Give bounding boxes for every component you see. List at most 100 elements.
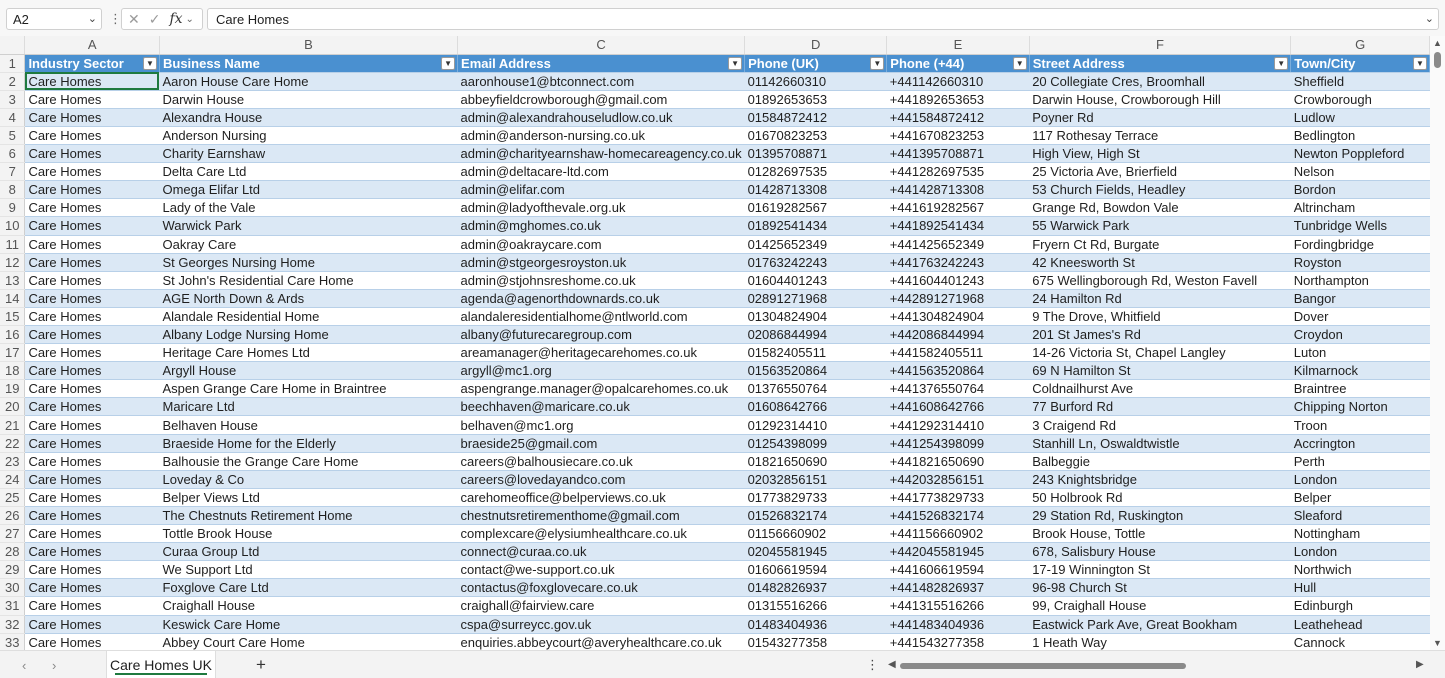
header-cell[interactable]: Email Address ▼ xyxy=(457,54,746,73)
grid-cell[interactable]: Warwick Park xyxy=(159,216,458,236)
grid-cell[interactable]: Belhaven House xyxy=(159,415,458,435)
filter-dropdown-icon[interactable]: ▼ xyxy=(1413,56,1427,70)
grid-cell[interactable]: Care Homes xyxy=(24,180,160,200)
grid-cell[interactable]: 01483404936 xyxy=(744,615,887,634)
grid-cell[interactable]: 01292314410 xyxy=(744,415,887,435)
grid-cell[interactable]: Care Homes xyxy=(24,542,160,562)
grid-cell[interactable]: 243 Knightsbridge xyxy=(1029,470,1291,489)
scroll-left-icon[interactable]: ◀ xyxy=(888,659,896,670)
grid-cell[interactable]: argyll@mc1.org xyxy=(457,361,745,381)
grid-cell[interactable]: Leathehead xyxy=(1290,615,1430,634)
grid-cell[interactable]: +441483404936 xyxy=(886,615,1030,634)
grid-cell[interactable]: St Georges Nursing Home xyxy=(159,253,458,272)
column-header-c[interactable]: C xyxy=(457,36,746,55)
grid-cell[interactable]: Eastwick Park Ave, Great Bookham xyxy=(1029,615,1291,634)
grid-cell[interactable]: Care Homes xyxy=(24,633,160,650)
grid-cell[interactable]: careers@lovedayandco.com xyxy=(457,470,745,489)
grid-cell[interactable]: Care Homes xyxy=(24,524,160,544)
grid-cell[interactable]: +441604401243 xyxy=(886,271,1030,290)
header-cell[interactable]: Town/City ▼ xyxy=(1290,54,1430,73)
grid-cell[interactable]: Care Homes xyxy=(24,271,160,290)
grid-cell[interactable]: beechhaven@maricare.co.uk xyxy=(457,397,745,417)
grid-cell[interactable]: Care Homes xyxy=(24,488,160,507)
grid-cell[interactable]: 99, Craighall House xyxy=(1029,596,1291,616)
grid-cell[interactable]: +441428713308 xyxy=(886,180,1030,200)
row-number[interactable]: 31 xyxy=(0,596,26,616)
grid-cell[interactable]: +441482826937 xyxy=(886,578,1030,598)
grid-cell[interactable]: 55 Warwick Park xyxy=(1029,216,1291,236)
grid-cell[interactable]: London xyxy=(1290,542,1430,562)
grid-cell[interactable]: 01543277358 xyxy=(744,633,887,650)
name-box[interactable]: A2 ⌄ xyxy=(6,8,102,30)
grid-cell[interactable]: 25 Victoria Ave, Brierfield xyxy=(1029,162,1291,182)
row-number[interactable]: 6 xyxy=(0,144,26,164)
grid-cell[interactable]: 01428713308 xyxy=(744,180,887,200)
grid-cell[interactable]: 01582405511 xyxy=(744,343,887,363)
chevron-down-icon[interactable]: ⌄ xyxy=(88,12,97,25)
grid-cell[interactable]: +442086844994 xyxy=(886,325,1030,345)
row-number[interactable]: 27 xyxy=(0,524,26,544)
grid-cell[interactable]: Curaa Group Ltd xyxy=(159,542,458,562)
grid-cell[interactable]: Delta Care Ltd xyxy=(159,162,458,182)
row-number[interactable]: 23 xyxy=(0,452,26,471)
grid-cell[interactable]: +441425652349 xyxy=(886,235,1030,254)
grid-cell[interactable]: Edinburgh xyxy=(1290,596,1430,616)
grid-cell[interactable]: Abbey Court Care Home xyxy=(159,633,458,650)
grid-cell[interactable]: Care Homes xyxy=(24,325,160,345)
add-sheet-icon[interactable]: + xyxy=(256,655,266,675)
column-header-e[interactable]: E xyxy=(886,36,1030,55)
grid-cell[interactable]: Care Homes xyxy=(24,452,160,471)
grid-cell[interactable]: 01526832174 xyxy=(744,506,887,526)
header-cell[interactable]: Street Address ▼ xyxy=(1029,54,1292,73)
row-number[interactable]: 13 xyxy=(0,271,26,290)
header-cell[interactable]: Phone (UK) ▼ xyxy=(744,54,888,73)
grid-cell[interactable]: Grange Rd, Bowdon Vale xyxy=(1029,198,1291,218)
filter-dropdown-icon[interactable]: ▼ xyxy=(1012,56,1027,70)
grid-cell[interactable]: We Support Ltd xyxy=(159,560,458,580)
grid-cell[interactable]: +441142660310 xyxy=(886,72,1030,91)
row-number[interactable]: 18 xyxy=(0,361,26,381)
row-number[interactable]: 29 xyxy=(0,560,26,580)
grid-cell[interactable]: Bangor xyxy=(1290,289,1430,308)
grid-cell[interactable]: 01584872412 xyxy=(744,108,887,127)
more-options-icon[interactable]: ⋮ xyxy=(866,657,879,673)
grid-cell[interactable]: Craighall House xyxy=(159,596,458,616)
grid-cell[interactable]: Care Homes xyxy=(24,72,160,91)
row-number[interactable]: 20 xyxy=(0,397,26,417)
scroll-up-icon[interactable]: ▲ xyxy=(1433,38,1442,48)
row-number[interactable]: 21 xyxy=(0,415,26,435)
row-number[interactable]: 33 xyxy=(0,633,26,650)
grid-cell[interactable]: 678, Salisbury House xyxy=(1029,542,1291,562)
grid-cell[interactable]: +441773829733 xyxy=(886,488,1030,507)
row-number[interactable]: 3 xyxy=(0,90,26,109)
grid-cell[interactable]: AGE North Down & Ards xyxy=(159,289,458,308)
row-number[interactable]: 9 xyxy=(0,198,26,218)
grid-cell[interactable]: enquiries.abbeycourt@averyhealthcare.co.… xyxy=(457,633,745,650)
header-cell[interactable]: Industry Sector ▼ xyxy=(24,54,160,73)
grid-cell[interactable]: +441608642766 xyxy=(886,397,1030,417)
grid-cell[interactable]: areamanager@heritagecarehomes.co.uk xyxy=(457,343,745,363)
grid-cell[interactable]: +441526832174 xyxy=(886,506,1030,526)
grid-cell[interactable]: +441395708871 xyxy=(886,144,1030,164)
formula-input[interactable]: Care Homes ⌄ xyxy=(207,8,1439,30)
grid-cell[interactable]: 01763242243 xyxy=(744,253,887,272)
grid-cell[interactable]: Care Homes xyxy=(24,289,160,308)
grid-cell[interactable]: Tottle Brook House xyxy=(159,524,458,544)
grid-cell[interactable]: admin@stgeorgesroyston.uk xyxy=(457,253,745,272)
grid-cell[interactable]: admin@mghomes.co.uk xyxy=(457,216,745,236)
grid-cell[interactable]: Lady of the Vale xyxy=(159,198,458,218)
grid-cell[interactable]: Darwin House xyxy=(159,90,458,109)
grid-cell[interactable]: 01892653653 xyxy=(744,90,887,109)
row-number[interactable]: 14 xyxy=(0,289,26,308)
grid-cell[interactable]: +441670823253 xyxy=(886,126,1030,146)
grid-cell[interactable]: aspengrange.manager@opalcarehomes.co.uk xyxy=(457,379,745,399)
grid-cell[interactable]: London xyxy=(1290,470,1430,489)
grid-cell[interactable]: Omega Elifar Ltd xyxy=(159,180,458,200)
grid-cell[interactable]: aaronhouse1@btconnect.com xyxy=(457,72,745,91)
grid-cell[interactable]: alandaleresidentialhome@ntlworld.com xyxy=(457,307,745,327)
grid-cell[interactable]: Bordon xyxy=(1290,180,1430,200)
grid-cell[interactable]: Chipping Norton xyxy=(1290,397,1430,417)
grid-cell[interactable]: 01282697535 xyxy=(744,162,887,182)
grid-cell[interactable]: 9 The Drove, Whitfield xyxy=(1029,307,1291,327)
grid-cell[interactable]: Care Homes xyxy=(24,361,160,381)
